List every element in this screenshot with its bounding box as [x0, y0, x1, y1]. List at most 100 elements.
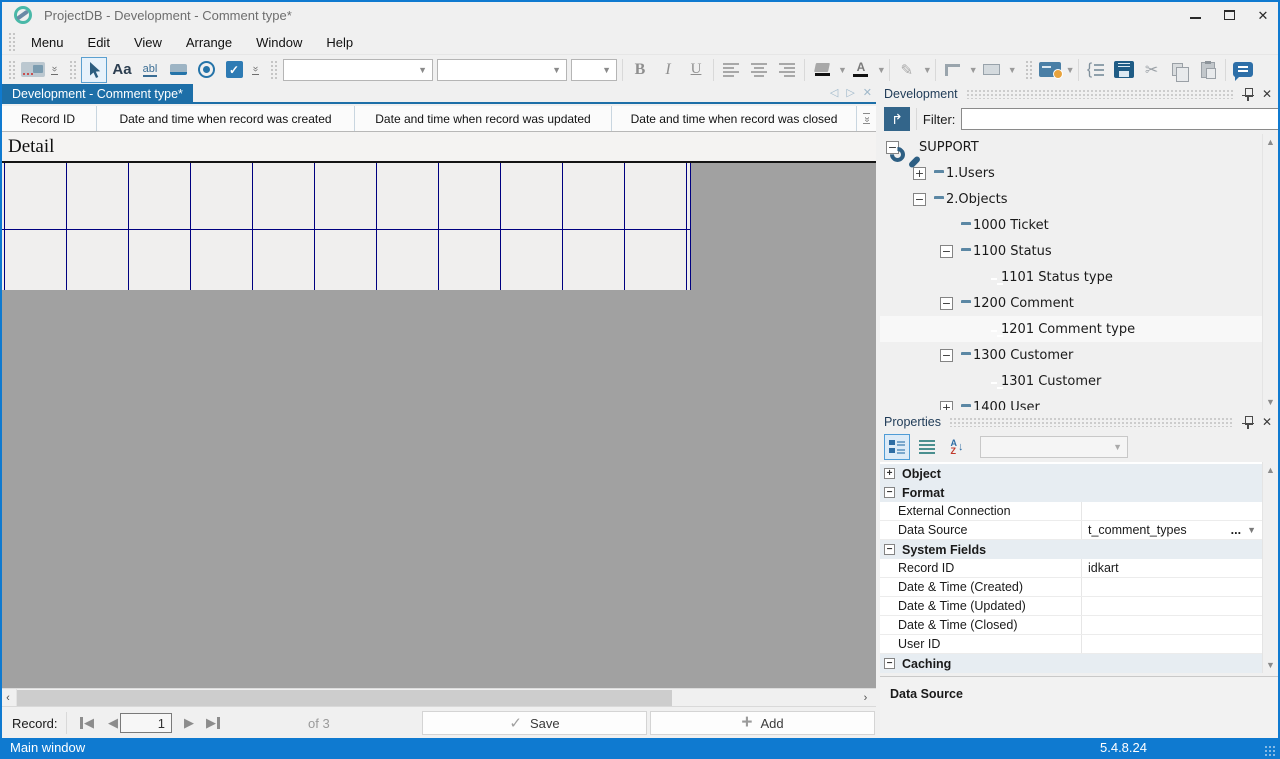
record-card-button[interactable] [20, 57, 46, 83]
menu-edit[interactable]: Edit [76, 33, 122, 52]
menu-grip[interactable] [8, 32, 15, 52]
property-row-user-id[interactable]: User ID [880, 635, 1262, 654]
align-center-button[interactable] [746, 57, 772, 83]
chevron-down-icon[interactable]: ▼ [838, 65, 847, 75]
property-row-record-id[interactable]: Record ID idkart [880, 559, 1262, 578]
properties-scrollbar[interactable]: ▲ ▼ [1262, 462, 1278, 673]
align-right-button[interactable] [774, 57, 800, 83]
field-list-button[interactable]: { [1083, 57, 1109, 83]
align-left-button[interactable] [718, 57, 744, 83]
property-row-datetime-closed[interactable]: Date & Time (Closed) [880, 616, 1262, 635]
menu-arrange[interactable]: Arrange [174, 33, 244, 52]
toolbar-grip-3[interactable] [270, 60, 277, 80]
tree-item-1300-customer[interactable]: − 1300 Customer [880, 342, 1262, 368]
form-settings-button[interactable] [1037, 57, 1063, 83]
close-icon[interactable]: ✕ [1262, 87, 1272, 101]
tree-item-1000-ticket[interactable]: 1000 Ticket [880, 212, 1262, 238]
tree-item-1100-status[interactable]: − 1100 Status [880, 238, 1262, 264]
toolbar-overflow-1[interactable]: » [47, 64, 61, 75]
column-header-updated[interactable]: Date and time when record was updated [355, 106, 612, 131]
property-row-external-connection[interactable]: External Connection [880, 502, 1262, 521]
tab-scroll-right-icon[interactable]: ▷ [846, 86, 854, 99]
property-value[interactable]: t_comment_types ... ▼ [1082, 523, 1262, 537]
pin-icon[interactable] [1242, 415, 1254, 429]
font-size-combo[interactable]: ▼ [571, 59, 617, 81]
record-number-input[interactable] [120, 713, 172, 733]
close-button[interactable]: ✕ [1246, 2, 1280, 28]
paste-button[interactable] [1195, 57, 1221, 83]
expand-toggle[interactable]: + [940, 401, 953, 411]
toolbar-grip-1[interactable] [8, 60, 15, 80]
scroll-right-arrow[interactable]: › [857, 689, 874, 706]
collapse-toggle[interactable]: − [913, 193, 926, 206]
cut-button[interactable]: ✂ [1139, 57, 1165, 83]
pin-icon[interactable] [1242, 87, 1254, 101]
label-tool-button[interactable]: Aa [109, 57, 135, 83]
font-family-combo[interactable]: ▼ [283, 59, 433, 81]
select-tool-button[interactable] [81, 57, 107, 83]
menu-window[interactable]: Window [244, 33, 314, 52]
collapse-toggle[interactable]: − [884, 658, 895, 669]
menu-help[interactable]: Help [314, 33, 365, 52]
resize-grip[interactable] [1264, 745, 1277, 756]
categorized-view-button[interactable] [884, 434, 910, 460]
property-category-system-fields[interactable]: − System Fields [880, 540, 1262, 559]
property-row-data-source[interactable]: Data Source t_comment_types ... ▼ [880, 521, 1262, 540]
tree-item-1200-comment[interactable]: − 1200 Comment [880, 290, 1262, 316]
add-record-button[interactable]: + Add [650, 711, 875, 735]
horizontal-scroll-thumb[interactable] [17, 690, 672, 706]
scroll-left-arrow[interactable]: ‹ [0, 689, 17, 706]
shape-button[interactable] [979, 57, 1005, 83]
maximize-button[interactable] [1212, 2, 1246, 28]
minimize-button[interactable] [1178, 2, 1212, 28]
collapse-toggle[interactable]: − [884, 487, 895, 498]
last-record-button[interactable]: ▶ [202, 713, 224, 733]
property-category-caching[interactable]: − Caching [880, 654, 1262, 673]
panel-drag-hatch[interactable] [949, 417, 1234, 427]
panel-drag-hatch[interactable] [966, 89, 1234, 99]
draw-button[interactable]: ✎ [894, 57, 920, 83]
collapse-toggle[interactable]: − [884, 544, 895, 555]
scroll-down-icon[interactable]: ▼ [1266, 657, 1275, 673]
chevron-down-icon[interactable]: ▼ [1008, 65, 1017, 75]
underline-button[interactable]: U [683, 57, 709, 83]
font-style-combo[interactable]: ▼ [437, 59, 567, 81]
property-row-datetime-created[interactable]: Date & Time (Created) [880, 578, 1262, 597]
menu-menu[interactable]: Menu [19, 33, 76, 52]
tree-item-support[interactable]: − SUPPORT [880, 134, 1262, 160]
column-header-closed[interactable]: Date and time when record was closed [612, 106, 857, 131]
tree-item-1101-status-type[interactable]: 1101 Status type [880, 264, 1262, 290]
list-view-button[interactable] [914, 434, 940, 460]
sort-alphabetical-button[interactable]: AZ↓ [944, 434, 970, 460]
scroll-up-icon[interactable]: ▲ [1266, 462, 1275, 478]
chevron-down-icon[interactable]: ▼ [1066, 65, 1075, 75]
menu-view[interactable]: View [122, 33, 174, 52]
jump-to-object-button[interactable]: ↱ [884, 107, 910, 131]
tree-item-1301-customer[interactable]: 1301 Customer [880, 368, 1262, 394]
design-grid[interactable] [0, 163, 691, 290]
close-icon[interactable]: ✕ [1262, 415, 1272, 429]
chevron-down-icon[interactable]: ▼ [1247, 525, 1262, 535]
collapse-toggle[interactable]: − [940, 245, 953, 258]
column-overflow-button[interactable]: » [857, 106, 876, 131]
expand-toggle[interactable]: + [884, 468, 895, 479]
textbox-tool-button[interactable]: abl [137, 57, 163, 83]
collapse-toggle[interactable]: − [940, 297, 953, 310]
toolbar-grip-4[interactable] [1025, 60, 1032, 80]
tree-item-users[interactable]: + 1.Users [880, 160, 1262, 186]
horizontal-scrollbar[interactable]: ‹ › [0, 688, 876, 706]
tab-close-icon[interactable]: ✕ [863, 86, 872, 99]
copy-button[interactable] [1167, 57, 1193, 83]
toolbar-overflow-2[interactable]: » [248, 64, 262, 75]
tab-scroll-left-icon[interactable]: ◁ [830, 86, 838, 99]
italic-button[interactable]: I [655, 57, 681, 83]
tree-item-objects[interactable]: − 2.Objects [880, 186, 1262, 212]
tree-item-1201-comment-type[interactable]: 1201 Comment type [880, 316, 1262, 342]
radio-tool-button[interactable] [193, 57, 219, 83]
chevron-down-icon[interactable]: ▼ [877, 65, 886, 75]
ellipsis-button[interactable]: ... [1225, 523, 1247, 537]
next-record-button[interactable]: ▶ [178, 713, 200, 733]
tab-development-comment-type[interactable]: Development - Comment type* [2, 84, 193, 104]
first-record-button[interactable]: ◀ [76, 713, 98, 733]
chevron-down-icon[interactable]: ▼ [923, 65, 932, 75]
